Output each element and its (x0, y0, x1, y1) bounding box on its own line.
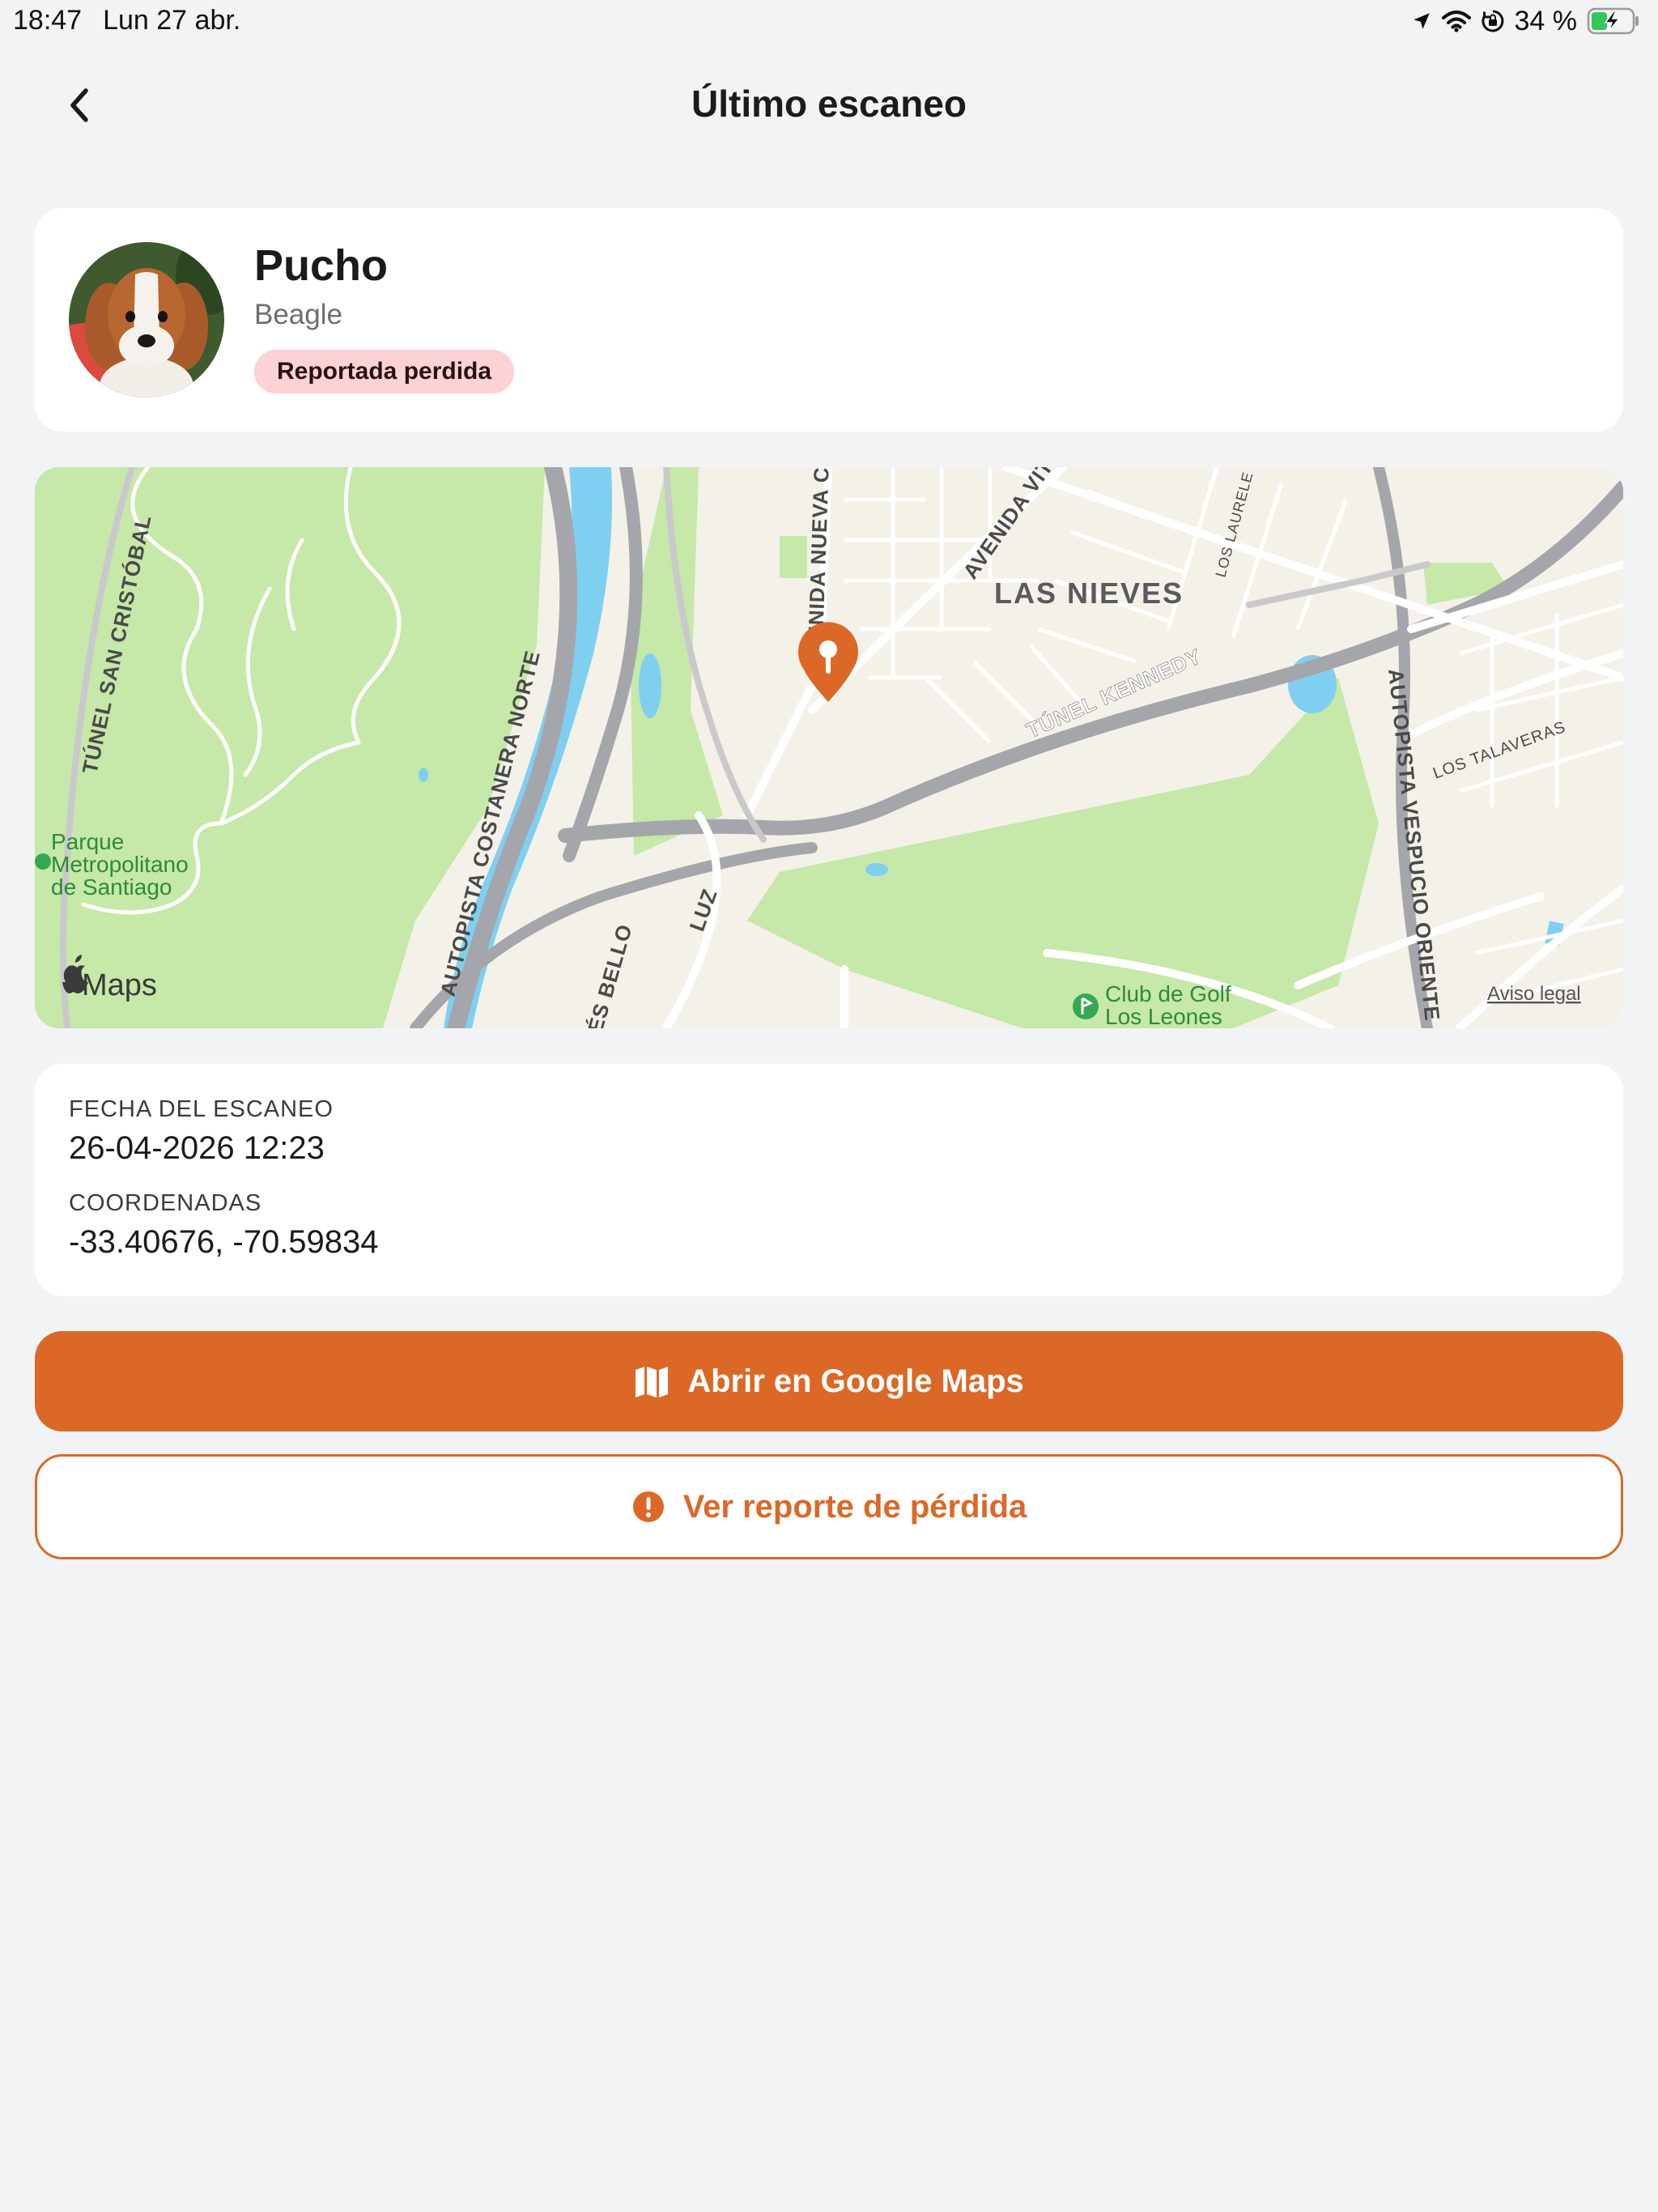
scan-date-value: 26-04-2026 12:23 (69, 1130, 325, 1166)
coordinates-label: COORDENADAS (69, 1190, 262, 1216)
status-date: Lun 27 abr. (103, 5, 241, 36)
view-loss-report-label: Ver reporte de pérdida (682, 1488, 1027, 1525)
open-google-maps-label: Abrir en Google Maps (687, 1363, 1024, 1399)
status-badge: Reportada perdida (254, 350, 515, 393)
map-label-parque-2: Metropolitano (51, 852, 189, 877)
legal-link[interactable]: Aviso legal (1487, 983, 1581, 1005)
coordinates-value: -33.40676, -70.59834 (69, 1224, 379, 1260)
open-google-maps-button[interactable]: Abrir en Google Maps (35, 1331, 1623, 1431)
map-label-parque-1: Parque (51, 829, 124, 854)
location-arrow-icon (1411, 11, 1432, 32)
map-label-golf-2: Los Leones (1105, 1004, 1222, 1028)
page-title: Último escaneo (691, 83, 967, 125)
status-icons: 34 % (1411, 5, 1641, 37)
scan-info-card: FECHA DEL ESCANEO 26-04-2026 12:23 COORD… (35, 1064, 1623, 1296)
status-time: 18:47 (13, 5, 83, 36)
alert-circle-icon (631, 1490, 665, 1524)
battery-percent: 34 % (1514, 5, 1578, 36)
pet-card: Pucho Beagle Reportada perdida (35, 208, 1623, 432)
map-icon (634, 1363, 670, 1399)
orientation-lock-icon (1481, 9, 1505, 33)
chevron-left-icon (65, 86, 94, 129)
status-bar: 18:47 Lun 27 abr. 34 % (0, 0, 1658, 45)
scan-location-map[interactable]: TÚNEL SAN CRISTÓBAL AUTOPISTA COSTANERA … (35, 467, 1623, 1028)
battery-charging-icon (1587, 7, 1640, 35)
back-button[interactable] (50, 78, 108, 136)
map-label-las-nieves: LAS NIEVES (994, 576, 1184, 610)
view-loss-report-button[interactable]: Ver reporte de pérdida (35, 1454, 1623, 1559)
map-label-golf-1: Club de Golf (1105, 981, 1231, 1006)
pet-name: Pucho (254, 241, 389, 290)
scan-date-label: FECHA DEL ESCANEO (69, 1096, 334, 1122)
pet-breed: Beagle (254, 299, 342, 330)
map-label-parque-3: de Santiago (51, 874, 172, 900)
status-time-date: 18:47 Lun 27 abr. (13, 5, 240, 36)
maps-brand: Maps (82, 968, 157, 1002)
wifi-icon (1441, 10, 1471, 32)
pet-avatar (69, 242, 224, 398)
